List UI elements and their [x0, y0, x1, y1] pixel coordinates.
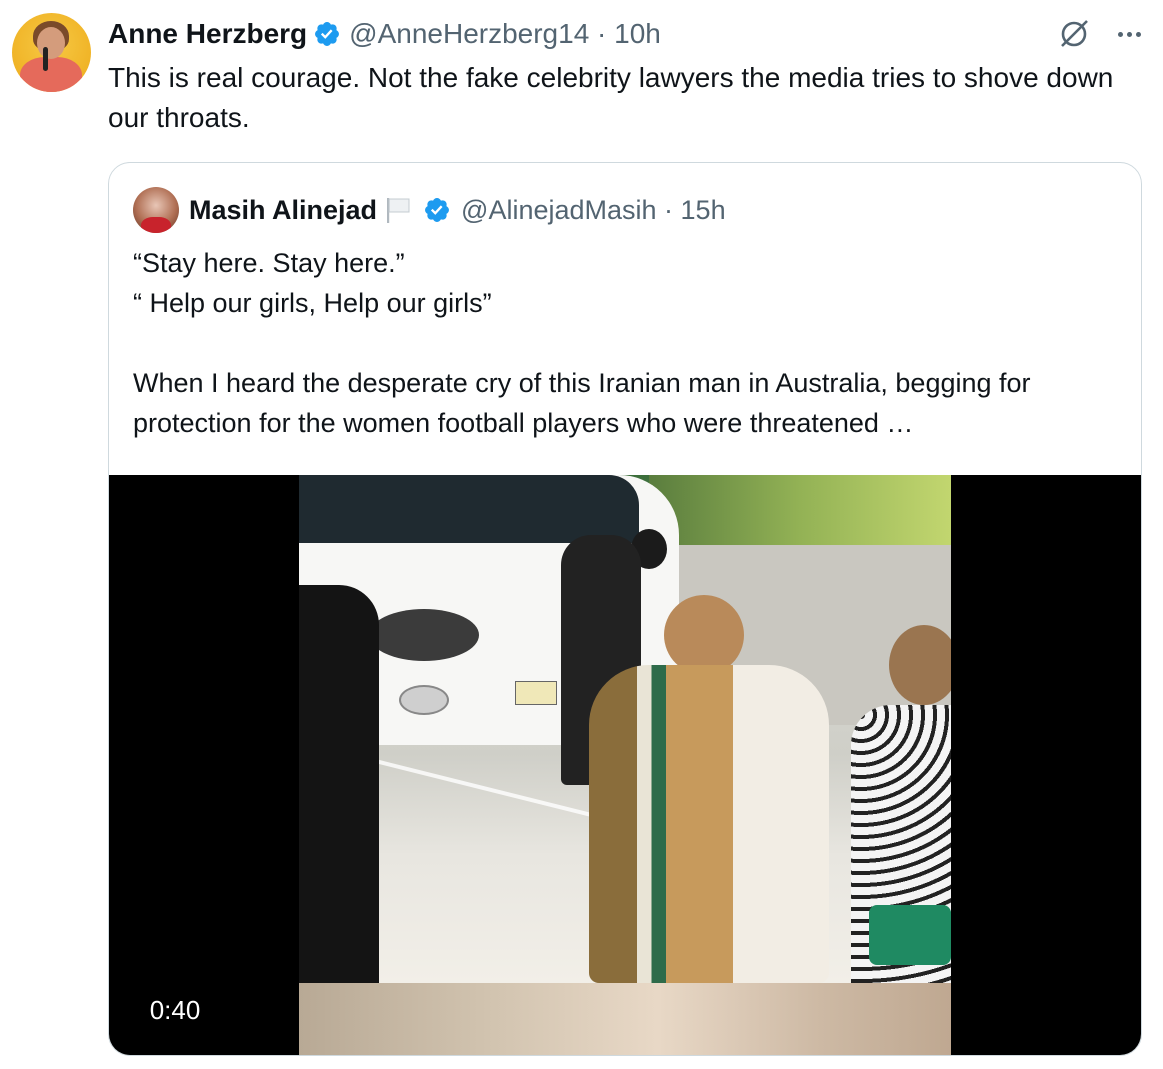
tweet-text: This is real courage. Not the fake celeb… [108, 62, 1114, 133]
quoted-author-handle[interactable]: @AlinejadMasih · 15h [461, 195, 726, 226]
more-options-icon[interactable] [1118, 16, 1141, 52]
quoted-author-name[interactable]: Masih Alinejad [189, 195, 377, 226]
video-player[interactable]: 0:40 [109, 475, 1141, 1055]
white-flag-icon [387, 198, 410, 223]
verified-badge-icon [425, 198, 450, 222]
quoted-tweet-text: “Stay here. Stay here.” “ Help our girls… [133, 248, 1031, 438]
tweet-header: Anne Herzberg @AnneHerzberg14 · 10h [108, 14, 661, 54]
grok-icon[interactable] [1056, 16, 1092, 52]
author-avatar[interactable] [12, 13, 91, 92]
video-blur-strip [299, 983, 951, 1055]
quoted-author-avatar[interactable] [133, 187, 179, 233]
quoted-tweet-header: Masih Alinejad @AlinejadMasih · 15h [133, 187, 726, 233]
video-duration: 0:40 [133, 987, 217, 1033]
author-handle[interactable]: @AnneHerzberg14 · 10h [349, 18, 661, 50]
tweet-actions [1056, 16, 1141, 52]
video-frame [299, 475, 951, 983]
author-name[interactable]: Anne Herzberg [108, 18, 307, 50]
quoted-tweet[interactable]: Masih Alinejad @AlinejadMasih · 15h “Sta… [108, 162, 1142, 1056]
verified-badge-icon [315, 22, 340, 46]
